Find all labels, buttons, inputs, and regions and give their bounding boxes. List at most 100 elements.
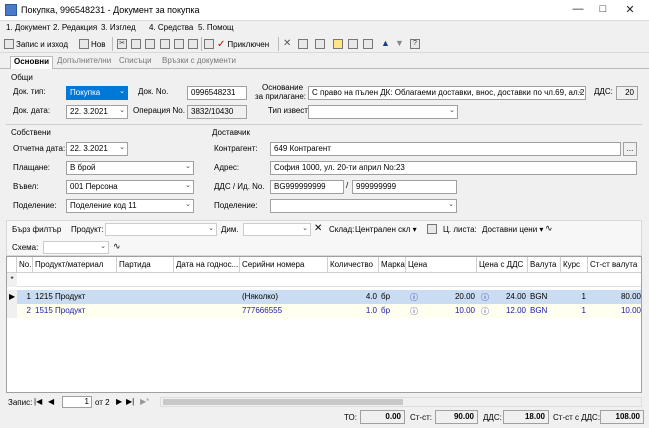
tab-additional[interactable]: Допълнителни xyxy=(54,56,114,69)
contragent-field[interactable]: 649 Контрагент xyxy=(270,142,621,156)
payment-select[interactable]: В брой ⌄ xyxy=(66,161,194,175)
col-rate[interactable]: Курс xyxy=(561,257,588,273)
title-bar: Покупка, 996548231 - Документ за покупка… xyxy=(0,0,649,21)
chevron-down-icon: ⌄ xyxy=(302,225,308,232)
print-icon[interactable] xyxy=(160,39,170,49)
menu-edit[interactable]: 2. Редакция xyxy=(53,23,97,32)
chevron-down-icon: ⌄ xyxy=(577,88,583,95)
arrow-up-icon[interactable]: ▲ xyxy=(381,38,390,48)
new-button[interactable]: Нов xyxy=(79,38,105,50)
close-icon[interactable]: ✕ xyxy=(620,3,640,16)
list-icon[interactable] xyxy=(363,39,373,49)
tab-links[interactable]: Връзки с документи xyxy=(159,56,239,69)
attach-icon[interactable] xyxy=(298,39,308,49)
scheme-settings-icon[interactable]: ∿ xyxy=(113,241,121,252)
vat-no-field[interactable]: BG999999999 xyxy=(270,180,344,194)
price-info-icon[interactable]: ⓘ xyxy=(408,290,420,304)
scheme-select[interactable]: ⌄ xyxy=(43,241,109,254)
col-product[interactable]: Продукт/материал xyxy=(33,257,117,273)
browse-contragent-button[interactable]: ... xyxy=(623,142,637,156)
id-no-field[interactable]: 999999999 xyxy=(352,180,457,194)
menu-help[interactable]: 5. Помощ xyxy=(198,23,234,32)
price-info-icon[interactable]: ⓘ xyxy=(408,304,420,318)
chevron-down-icon: ⌄ xyxy=(448,201,454,208)
tab-lists[interactable]: Списъци xyxy=(116,56,155,69)
prev-record-icon[interactable]: ◀ xyxy=(48,397,54,406)
cost-label: Ст-ст: xyxy=(410,413,432,422)
col-lot[interactable]: Партида xyxy=(117,257,174,273)
items-table: No. Продукт/материал Партида Дата на год… xyxy=(6,256,642,393)
basis-select[interactable]: С право на пълен ДК: Облагаеми доставки,… xyxy=(308,86,586,100)
store-select[interactable]: Централен скл ▾ xyxy=(355,225,417,234)
paste-icon[interactable] xyxy=(145,39,155,49)
section-own: Собствени xyxy=(11,128,51,137)
chevron-down-icon: ⌄ xyxy=(119,107,125,114)
col-price[interactable]: Цена xyxy=(406,257,477,273)
first-record-icon[interactable]: |◀ xyxy=(34,397,42,406)
doc-date-field[interactable]: 22. 3.2021 ⌄ xyxy=(66,105,128,119)
entered-select[interactable]: 001 Персона ⌄ xyxy=(66,180,194,194)
chevron-down-icon: ⌄ xyxy=(119,88,125,95)
price-list-select[interactable]: Доставни цени ▾ xyxy=(482,225,543,234)
section-general: Общи xyxy=(11,73,33,82)
new-doc-icon xyxy=(79,39,89,49)
new-row[interactable]: * xyxy=(7,273,641,287)
price-vat-info-icon[interactable]: ⓘ xyxy=(479,290,491,304)
new-record-icon[interactable]: ▶* xyxy=(140,397,149,406)
last-record-icon[interactable]: ▶| xyxy=(126,397,134,406)
horizontal-scrollbar[interactable] xyxy=(160,397,642,407)
export-icon[interactable] xyxy=(188,39,198,49)
price-vat-info-icon[interactable]: ⓘ xyxy=(479,304,491,318)
next-record-icon[interactable]: ▶ xyxy=(116,397,122,406)
filter-settings-icon[interactable]: ∿ xyxy=(545,223,553,234)
store-icon[interactable] xyxy=(427,224,437,234)
table-row[interactable]: ▶ 1 1215 Продукт (Няколко) 4.0 бр ⓘ 20.0… xyxy=(7,290,641,304)
cost-vat-total: 108.00 xyxy=(600,410,644,424)
entered-label: Въвел: xyxy=(13,182,39,191)
cut-icon[interactable]: ✂ xyxy=(117,39,127,49)
product-filter-input[interactable]: ⌄ xyxy=(105,223,217,236)
doc-type-select[interactable]: Покупка ⌄ xyxy=(66,86,128,100)
clear-filter-icon[interactable]: ✕ xyxy=(314,223,322,234)
calendar-icon[interactable] xyxy=(348,39,358,49)
copy-icon[interactable] xyxy=(131,39,141,49)
save-exit-button[interactable]: Запис и изход xyxy=(4,38,68,50)
confirmed-button[interactable]: ✓ Приключен xyxy=(217,38,269,50)
vat-rate-field[interactable]: 20 xyxy=(616,86,638,100)
cancel-icon[interactable]: ✕ xyxy=(283,38,291,49)
notice-select[interactable]: ⌄ xyxy=(308,105,458,119)
col-currency[interactable]: Валута xyxy=(528,257,561,273)
supplier-division-select[interactable]: ⌄ xyxy=(270,199,457,213)
col-value[interactable]: Ст-ст валута xyxy=(588,257,641,273)
toolbar: Запис и изход Нов ✂ ✓ Приключен ✕ ▲ ▼ ? xyxy=(0,35,649,53)
menu-tools[interactable]: 4. Средства xyxy=(149,23,193,32)
doc-no-field[interactable]: 0996548231 xyxy=(187,86,247,100)
refresh-icon[interactable] xyxy=(315,39,325,49)
col-unit[interactable]: Марка xyxy=(379,257,406,273)
address-field[interactable]: София 1000, ул. 20-ти април No:23 xyxy=(270,161,637,175)
contragent-label: Контрагент: xyxy=(214,144,258,153)
dim-filter-input[interactable]: ⌄ xyxy=(243,223,311,236)
record-current-field[interactable]: 1 xyxy=(62,396,92,408)
preview-icon[interactable] xyxy=(174,39,184,49)
period-field[interactable]: 22. 3.2021 ⌄ xyxy=(66,142,128,156)
menu-document[interactable]: 1. Документ xyxy=(6,23,50,32)
new-row-marker-icon: * xyxy=(7,273,17,287)
arrow-down-icon[interactable]: ▼ xyxy=(395,38,404,48)
minimize-icon[interactable]: — xyxy=(568,3,588,15)
col-qty[interactable]: Количество xyxy=(328,257,379,273)
col-price-vat[interactable]: Цена с ДДС xyxy=(477,257,528,273)
col-serial[interactable]: Серийни номера xyxy=(240,257,328,273)
col-expiry[interactable]: Дата на годнос... xyxy=(174,257,240,273)
own-division-select[interactable]: Поделение код 11 ⌄ xyxy=(66,199,194,213)
menu-view[interactable]: 3. Изглед xyxy=(101,23,136,32)
maximize-icon[interactable]: □ xyxy=(593,3,613,15)
document-icon[interactable] xyxy=(204,39,214,49)
table-row[interactable]: 2 1515 Продукт 777666555 1.0 бр ⓘ 10.00 … xyxy=(7,304,641,318)
own-division-label: Поделение: xyxy=(13,201,57,210)
vat-id-label: ДДС / Ид. No. xyxy=(214,182,265,191)
folder-icon[interactable] xyxy=(333,39,343,49)
help-icon[interactable]: ? xyxy=(410,39,420,49)
tab-main[interactable]: Основни xyxy=(10,56,54,69)
col-no[interactable]: No. xyxy=(17,257,33,273)
